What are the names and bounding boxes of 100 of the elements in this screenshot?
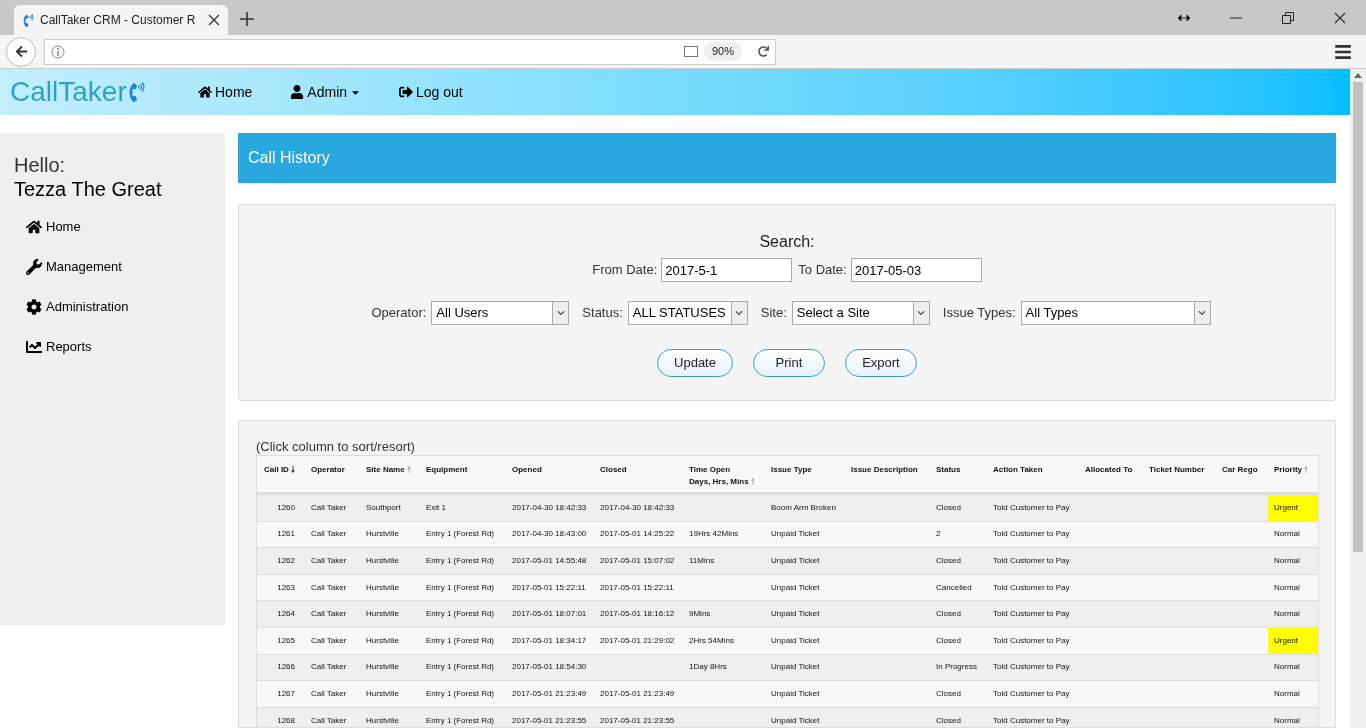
nav-link[interactable]: Home [198, 81, 253, 103]
sidebar-link[interactable]: Administration [26, 297, 225, 317]
scroll-thumb[interactable] [1353, 82, 1363, 552]
nav-link[interactable]: Log out [399, 81, 463, 103]
table-cell-text: Closed [935, 687, 962, 700]
nav-link[interactable]: Admin [290, 81, 362, 103]
table-cell-text: 19Hrs 42Mins [688, 528, 740, 541]
action-button[interactable]: Print [752, 349, 825, 377]
table-cell-text: Told Customer to Pay [992, 581, 1071, 594]
table-cell-text: Hurstville [365, 634, 400, 647]
table-cell-text: Call Taker [310, 581, 348, 594]
table-cell-text: 2017-05-01 15:22:11 [511, 581, 587, 594]
table-cell-text: Normal [1273, 528, 1301, 541]
table-cell-text: Southport [365, 501, 402, 514]
date-field[interactable]: 2017-05-03 [850, 258, 982, 282]
scrollbar[interactable] [1350, 69, 1366, 728]
table-cell-text: 2017-05-01 18:16:12 [599, 608, 676, 621]
table-cell-text: 1266 [276, 661, 296, 674]
page-header: Call History [238, 133, 1336, 183]
column-header[interactable]: Call ID [257, 456, 305, 492]
sidebar-link[interactable]: Reports [26, 337, 225, 357]
date-field[interactable]: 2017-5-1 [661, 258, 793, 282]
menu-icon[interactable] [1334, 42, 1352, 61]
column-header[interactable]: Time Open Days, Hrs, Mins [683, 456, 765, 492]
action-button[interactable]: Update [657, 349, 733, 377]
sidebar-link[interactable]: Management [26, 257, 225, 277]
reader-icon [683, 46, 698, 57]
table-cell-text: Normal [1273, 581, 1301, 594]
table-cell-text: 1Day 8Hrs [688, 661, 728, 674]
column-header[interactable]: Car Rego [1216, 456, 1268, 492]
table-cell-text: 2017-05-01 14:55:48 [511, 555, 588, 567]
table-cell-text: 2017-04-30 18:43:00 [511, 528, 588, 541]
table-cell-text: 1267 [276, 687, 296, 700]
column-header[interactable]: Status [930, 456, 987, 492]
dropdown-field[interactable]: ALL STATUSES [627, 301, 748, 325]
table-cell-text: 1260 [276, 501, 296, 514]
scroll-up-icon[interactable] [1354, 73, 1362, 78]
close-icon[interactable] [208, 14, 220, 26]
table-cell-text: 1265 [276, 634, 296, 647]
chevron-icon [735, 309, 744, 317]
tab-title: CallTaker CRM - Customer R [40, 12, 197, 29]
table-cell-text: Told Customer to Pay [992, 634, 1071, 647]
gear-icon [26, 299, 42, 315]
table-cell-text: 1263 [276, 581, 296, 594]
sort-hint: (Click column to sort/resort) [256, 439, 416, 455]
table-cell-text: Call Taker [310, 528, 348, 541]
close-icon[interactable] [1334, 11, 1346, 24]
column-header[interactable]: Operator [305, 456, 360, 492]
table-cell-text: Told Customer to Pay [992, 687, 1071, 700]
table-cell-text: Told Customer to Pay [992, 555, 1071, 567]
browser-tab[interactable]: CallTaker CRM - Customer R [14, 5, 228, 35]
address-field[interactable]: 90% [44, 38, 776, 65]
table-cell-text: Entry 1 (Forest Rd) [425, 581, 495, 594]
table-cell: Urgent [1268, 495, 1318, 521]
column-header[interactable]: Issue Description [845, 456, 930, 492]
table-cell-text: Unpaid Ticket [770, 661, 821, 674]
new-tab-icon[interactable] [240, 12, 254, 26]
action-button[interactable]: Export [844, 349, 917, 377]
reload-icon[interactable] [758, 46, 769, 57]
table-cell-text: 2017-05-01 15:22:11 [599, 581, 675, 594]
restore-icon[interactable] [1282, 11, 1294, 24]
table-cell-text: Normal [1273, 555, 1301, 567]
column-header[interactable]: Opened [506, 456, 594, 492]
table-cell-text: Unpaid Ticket [770, 581, 821, 594]
back-button[interactable] [6, 36, 36, 67]
dropdown-field[interactable]: Select a Site [791, 301, 930, 325]
minimize-icon[interactable] [1230, 16, 1242, 19]
table-cell-text: Entry 1 (Forest Rd) [425, 661, 495, 674]
column-header[interactable]: Action Taken [987, 456, 1079, 492]
table-cell-text: Call Taker [310, 661, 348, 674]
column-header[interactable]: Ticket Number [1143, 456, 1216, 492]
table-cell-text: Entry 1 (Forest Rd) [425, 687, 495, 700]
sidebar-link[interactable]: Home [26, 217, 225, 237]
column-header[interactable]: Site Name [360, 456, 420, 492]
table-cell-text: 2 [935, 528, 942, 541]
table-cell-text: 2017-05-01 21:29:02 [599, 634, 676, 647]
table-cell-text: Closed [935, 608, 962, 621]
table-cell-text: 2017-05-01 15:07:02 [599, 555, 676, 567]
table-cell-text: 2017-05-01 14:25:22 [599, 528, 676, 541]
table-cell-text: Hurstville [365, 714, 400, 727]
table-cell-text: Unpaid Ticket [770, 714, 821, 727]
table-cell-text: 2017-05-01 18:34:17 [511, 634, 588, 647]
zoom-level[interactable]: 90% [703, 42, 742, 61]
table-cell-text: Told Customer to Pay [992, 714, 1071, 727]
table-cell-text: Told Customer to Pay [992, 528, 1071, 541]
column-header[interactable]: Equipment [420, 456, 506, 492]
table-cell-text: Normal [1273, 661, 1301, 674]
home-icon [198, 85, 212, 99]
line-chart-icon [26, 339, 42, 355]
table-cell-text: Closed [935, 714, 962, 727]
column-header[interactable]: Issue Type [765, 456, 845, 492]
column-header[interactable]: Priority [1268, 456, 1318, 492]
dropdown-field[interactable]: All Types [1020, 301, 1211, 325]
table-cell-text: Hurstville [365, 581, 400, 594]
back-arrow-icon [14, 45, 28, 58]
column-header[interactable]: Closed [594, 456, 683, 492]
table-cell-text: 2017-05-01 21:23:49 [599, 687, 676, 700]
column-header[interactable]: Allocated To [1079, 456, 1143, 492]
dropdown-field[interactable]: All Users [431, 301, 570, 325]
filter-label: Issue Types: [942, 304, 1016, 323]
